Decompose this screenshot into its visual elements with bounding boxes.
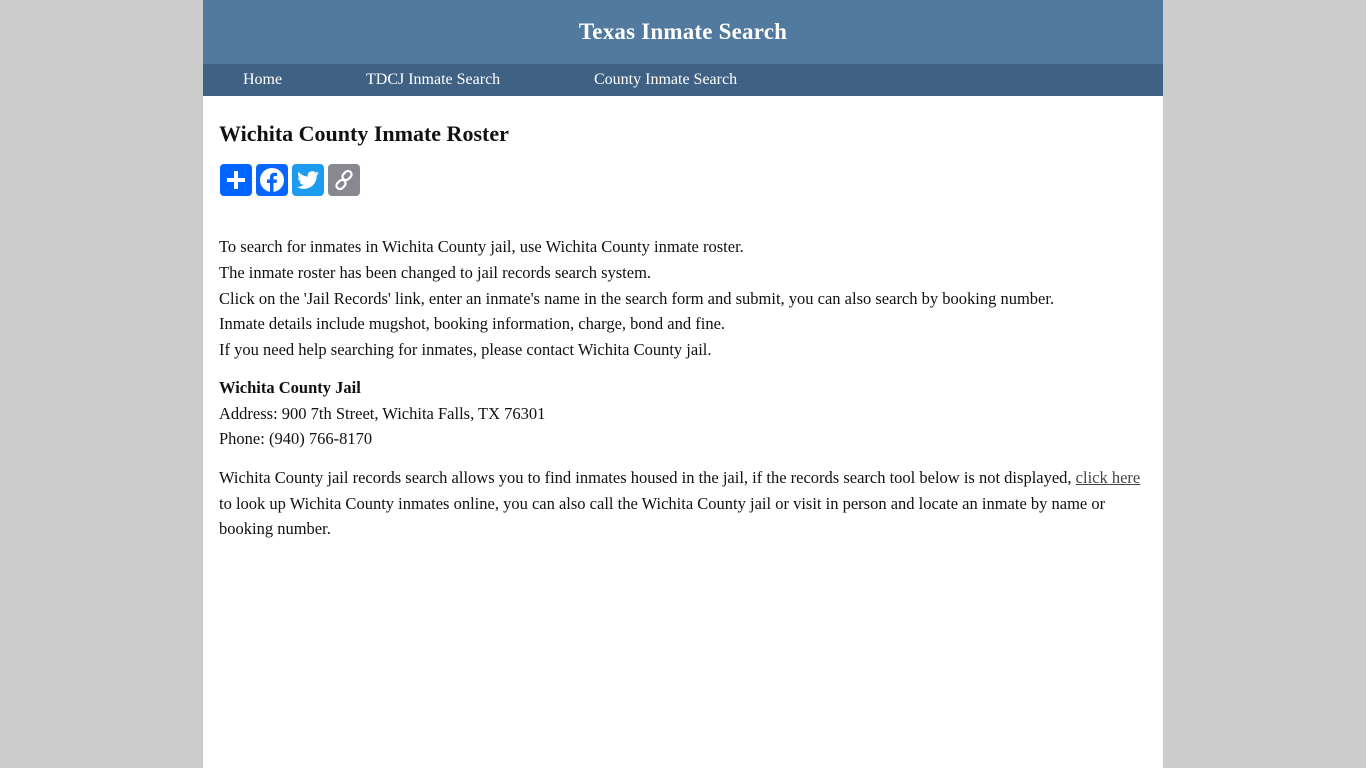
- intro-text: To search for inmates in Wichita County …: [219, 234, 1147, 363]
- records-description: Wichita County jail records search allow…: [219, 465, 1149, 542]
- intro-line: If you need help searching for inmates, …: [219, 340, 712, 360]
- intro-line: Click on the 'Jail Records' link, enter …: [219, 288, 1055, 308]
- nav-tdcj-inmate-search[interactable]: TDCJ Inmate Search: [366, 71, 500, 89]
- copy-link-button[interactable]: [328, 164, 360, 196]
- link-icon: [335, 169, 353, 191]
- site-header: Texas Inmate Search: [203, 0, 1163, 64]
- page: Texas Inmate Search Home TDCJ Inmate Sea…: [203, 0, 1163, 768]
- description-text: to look up Wichita County inmates online…: [219, 493, 1106, 539]
- jail-address: Address: 900 7th Street, Wichita Falls, …: [219, 403, 546, 423]
- nav-home[interactable]: Home: [243, 71, 282, 89]
- intro-line: The inmate roster has been changed to ja…: [219, 262, 652, 282]
- jail-name: Wichita County Jail: [219, 378, 361, 397]
- twitter-share-button[interactable]: [292, 164, 324, 196]
- page-title: Wichita County Inmate Roster: [219, 121, 509, 146]
- main-nav: Home TDCJ Inmate Search County Inmate Se…: [203, 64, 1163, 96]
- description-text: Wichita County jail records search allow…: [219, 468, 1076, 487]
- facebook-share-button[interactable]: [256, 164, 288, 196]
- facebook-icon: [260, 168, 284, 192]
- jail-info: Wichita County Jail Address: 900 7th Str…: [219, 375, 1147, 452]
- twitter-icon: [297, 171, 319, 189]
- share-buttons: [220, 164, 360, 196]
- share-button[interactable]: [220, 164, 252, 196]
- site-title[interactable]: Texas Inmate Search: [579, 19, 787, 45]
- click-here-link[interactable]: click here: [1076, 468, 1141, 487]
- nav-county-inmate-search[interactable]: County Inmate Search: [594, 71, 737, 89]
- intro-line: To search for inmates in Wichita County …: [219, 237, 744, 256]
- plus-icon: [227, 171, 245, 189]
- intro-line: Inmate details include mugshot, booking …: [219, 314, 726, 334]
- jail-phone: Phone: (940) 766-8170: [219, 429, 373, 448]
